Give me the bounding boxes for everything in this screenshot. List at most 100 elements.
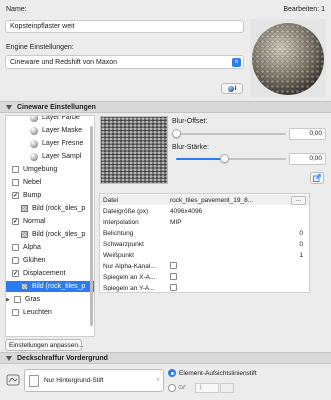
property-key: Datei: [103, 196, 119, 204]
channel-tree[interactable]: Layer Farbe Layer Maske Layer Fresne Layer …: [5, 115, 95, 337]
tree-item[interactable]: Umgebung: [6, 164, 94, 175]
channel-checkbox[interactable]: [12, 257, 19, 264]
disclosure-triangle-icon: [6, 104, 12, 110]
tree-item-label: Layer Maske: [42, 127, 83, 134]
deckschraffur-section-header[interactable]: Deckschraffur Vordergrund: [0, 352, 331, 364]
cineware-section-header[interactable]: Cineware Einstellungen: [0, 101, 331, 113]
pen-number-value: 1: [199, 385, 203, 391]
pen-swatch-icon: [29, 374, 39, 387]
tree-item[interactable]: Glühen: [6, 255, 94, 266]
tree-item-label: Leuchten: [23, 309, 52, 316]
property-row: Belichtung 0: [100, 228, 309, 238]
image-texture-icon: [21, 283, 28, 290]
pen-color-swatch[interactable]: [220, 383, 234, 393]
pen-number-input[interactable]: 1: [195, 383, 219, 393]
property-value[interactable]: 1: [170, 252, 309, 259]
material-preview: [250, 19, 326, 97]
property-value[interactable]: 4096x4096: [170, 208, 202, 215]
name-label: Name:: [6, 6, 27, 13]
tree-item[interactable]: Nebel: [6, 177, 94, 188]
section-title: Deckschraffur Vordergrund: [17, 354, 108, 362]
tree-item[interactable]: Layer Maske: [6, 125, 94, 136]
tree-item[interactable]: Leuchten: [6, 307, 94, 318]
radio-custom-pen[interactable]: [168, 384, 176, 392]
image-texture-icon: [21, 205, 28, 212]
property-key: Dateigröße (px): [103, 207, 149, 215]
channel-checkbox[interactable]: [12, 166, 19, 173]
radio-element-pen[interactable]: [168, 369, 176, 377]
tree-item[interactable]: Bild (rock_tiles_p: [6, 229, 94, 240]
tree-item[interactable]: Layer Fresne: [6, 138, 94, 149]
property-value[interactable]: 0: [170, 241, 309, 248]
export-icon: [313, 174, 321, 182]
channel-checkbox[interactable]: [12, 244, 19, 251]
tree-item-label: Glühen: [23, 257, 46, 264]
property-row: Spiegeln an Y-A...: [100, 283, 309, 293]
engine-select-value: Cineware und Redshift von Maxon: [10, 59, 118, 66]
tree-item-label: Displacement: [23, 270, 66, 277]
tree-item-label: Nebel: [23, 179, 42, 186]
tree-item-label: Bump: [23, 192, 42, 199]
property-row: Weißpunkt 1: [100, 250, 309, 260]
info-button[interactable]: i: [221, 83, 243, 94]
property-value[interactable]: MIP: [170, 219, 182, 226]
tree-item[interactable]: Alpha: [6, 242, 94, 253]
tree-item[interactable]: Bild (rock_tiles_p: [6, 203, 94, 214]
tree-item[interactable]: Layer Farbe: [6, 115, 94, 123]
tree-item[interactable]: Layer Sampl: [6, 151, 94, 162]
background-pen-select[interactable]: Nur Hintergrund-Stift ›: [24, 369, 164, 392]
name-input[interactable]: Kopsteinpflaster weit: [5, 20, 244, 33]
property-checkbox[interactable]: [170, 272, 177, 280]
tree-scrollbar[interactable]: [90, 126, 93, 326]
property-checkbox[interactable]: [170, 283, 177, 291]
blur-strength-input[interactable]: 0,00: [289, 153, 326, 165]
tree-item-label: Umgebung: [23, 166, 58, 173]
tree-item[interactable]: Bild (rock_tiles_p: [6, 281, 94, 292]
blur-strength-fill: [176, 158, 225, 160]
tree-item-label: Normal: [23, 218, 46, 225]
export-button[interactable]: [310, 172, 324, 184]
property-key: Spiegeln an X-A...: [103, 273, 156, 281]
element-pen-label: Element-Aufsichtslinienstift: [179, 370, 257, 377]
tree-item-label: Layer Sampl: [42, 153, 82, 160]
channel-checkbox[interactable]: [12, 192, 19, 199]
engine-select[interactable]: Cineware und Redshift von Maxon ⇅: [5, 55, 244, 69]
channel-checkbox[interactable]: [12, 270, 19, 277]
blur-offset-track: [176, 133, 286, 135]
layer-sphere-icon: [30, 116, 38, 122]
property-value[interactable]: 0: [170, 230, 309, 237]
browse-file-button[interactable]: ...: [290, 195, 306, 205]
layer-sphere-icon: [30, 152, 38, 161]
tree-item[interactable]: ▶ Gras: [6, 294, 94, 305]
property-key: Belichtung: [103, 229, 134, 237]
tree-item-label: Alpha: [23, 244, 41, 251]
engine-settings-label: Engine Einstellungen:: [6, 44, 74, 51]
layer-sphere-icon: [30, 126, 38, 135]
pen-settings-icon: ⊙∕∕: [178, 385, 186, 391]
blur-offset-input[interactable]: 0,00: [289, 128, 326, 140]
property-key: Schwarzpunkt: [103, 240, 144, 248]
property-key: Weißpunkt: [103, 251, 134, 259]
channel-checkbox[interactable]: [14, 296, 21, 303]
channel-checkbox[interactable]: [12, 218, 19, 225]
expand-caret-icon[interactable]: ▶: [6, 297, 13, 303]
channel-checkbox[interactable]: [12, 309, 19, 316]
property-key: Interpolation: [103, 218, 139, 226]
blur-strength-slider[interactable]: [220, 154, 230, 163]
blur-offset-slider[interactable]: [172, 129, 181, 138]
adjust-settings-button[interactable]: Einstellungen anpassen...: [5, 339, 83, 351]
tree-item-label: Layer Farbe: [42, 115, 80, 121]
property-row: Schwarzpunkt 0: [100, 239, 309, 249]
tree-item-label: Bild (rock_tiles_p: [32, 283, 86, 290]
tree-item[interactable]: Displacement: [6, 268, 94, 279]
sphere-icon: [227, 85, 234, 92]
background-pen-value: Nur Hintergrund-Stift: [44, 377, 104, 384]
blur-offset-label: Blur-Offset:: [172, 118, 208, 125]
channel-checkbox[interactable]: [12, 179, 19, 186]
property-checkbox[interactable]: [170, 261, 177, 269]
property-value: rock_tiles_pavement_19_8...: [170, 196, 254, 204]
tree-item[interactable]: Bump: [6, 190, 94, 201]
chevron-right-icon: ›: [157, 377, 159, 383]
texture-property-table: Datei rock_tiles_pavement_19_8...... Datei…: [99, 193, 310, 293]
tree-item[interactable]: Normal: [6, 216, 94, 227]
